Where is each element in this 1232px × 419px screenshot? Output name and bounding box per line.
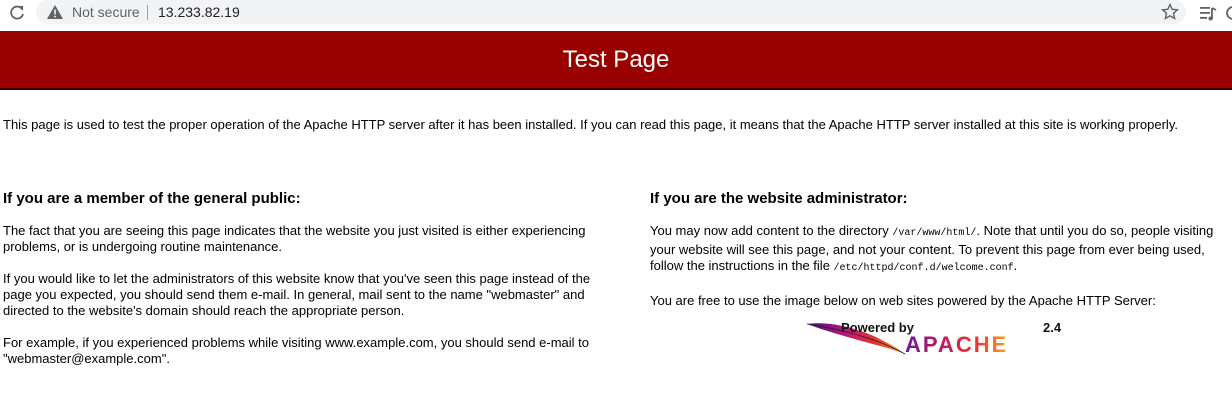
reload-icon[interactable]: [8, 4, 26, 22]
omnibox-separator: [147, 5, 148, 20]
admin-heading: If you are the website administrator:: [650, 190, 908, 207]
admin-paragraph-2: You are free to use the image below on w…: [650, 293, 1156, 308]
public-paragraph-3: For example, if you experienced problems…: [3, 335, 589, 366]
url-text[interactable]: 13.233.82.19: [158, 4, 240, 20]
powered-by-text: Powered by: [841, 320, 915, 335]
page-title: Test Page: [562, 45, 670, 73]
public-heading: If you are a member of the general publi…: [3, 190, 301, 207]
warning-icon[interactable]: [46, 4, 64, 20]
general-public-section: If you are a member of the general publi…: [3, 190, 603, 383]
html-directory-path: /var/www/html/: [892, 228, 977, 239]
apache-wordmark: APACHE: [905, 332, 1008, 356]
intro-text: This page is used to test the proper ope…: [3, 117, 1178, 132]
page-banner: Test Page: [0, 31, 1232, 90]
admin-text-a: You may now add content to the directory: [650, 223, 893, 238]
admin-text-c: .: [1013, 258, 1018, 273]
version-text: 2.4: [1043, 320, 1062, 335]
powered-by-apache-logo: Powered by 2.4 APACHE: [806, 320, 1062, 356]
browser-toolbar: Not secure 13.233.82.19: [0, 0, 1232, 26]
reading-list-icon[interactable]: [1199, 4, 1219, 22]
star-icon[interactable]: [1161, 3, 1179, 21]
security-label[interactable]: Not secure: [72, 4, 140, 20]
public-paragraph-1: The fact that you are seeing this page i…: [3, 223, 586, 254]
welcome-conf-path: /etc/httpd/conf.d/welcome.conf: [833, 263, 1014, 274]
profile-icon[interactable]: [1224, 4, 1232, 22]
public-paragraph-2: If you would like to let the administrat…: [3, 271, 591, 318]
administrator-section: If you are the website administrator: Yo…: [650, 190, 1220, 325]
admin-paragraph-1: You may now add content to the directory…: [650, 223, 1220, 277]
